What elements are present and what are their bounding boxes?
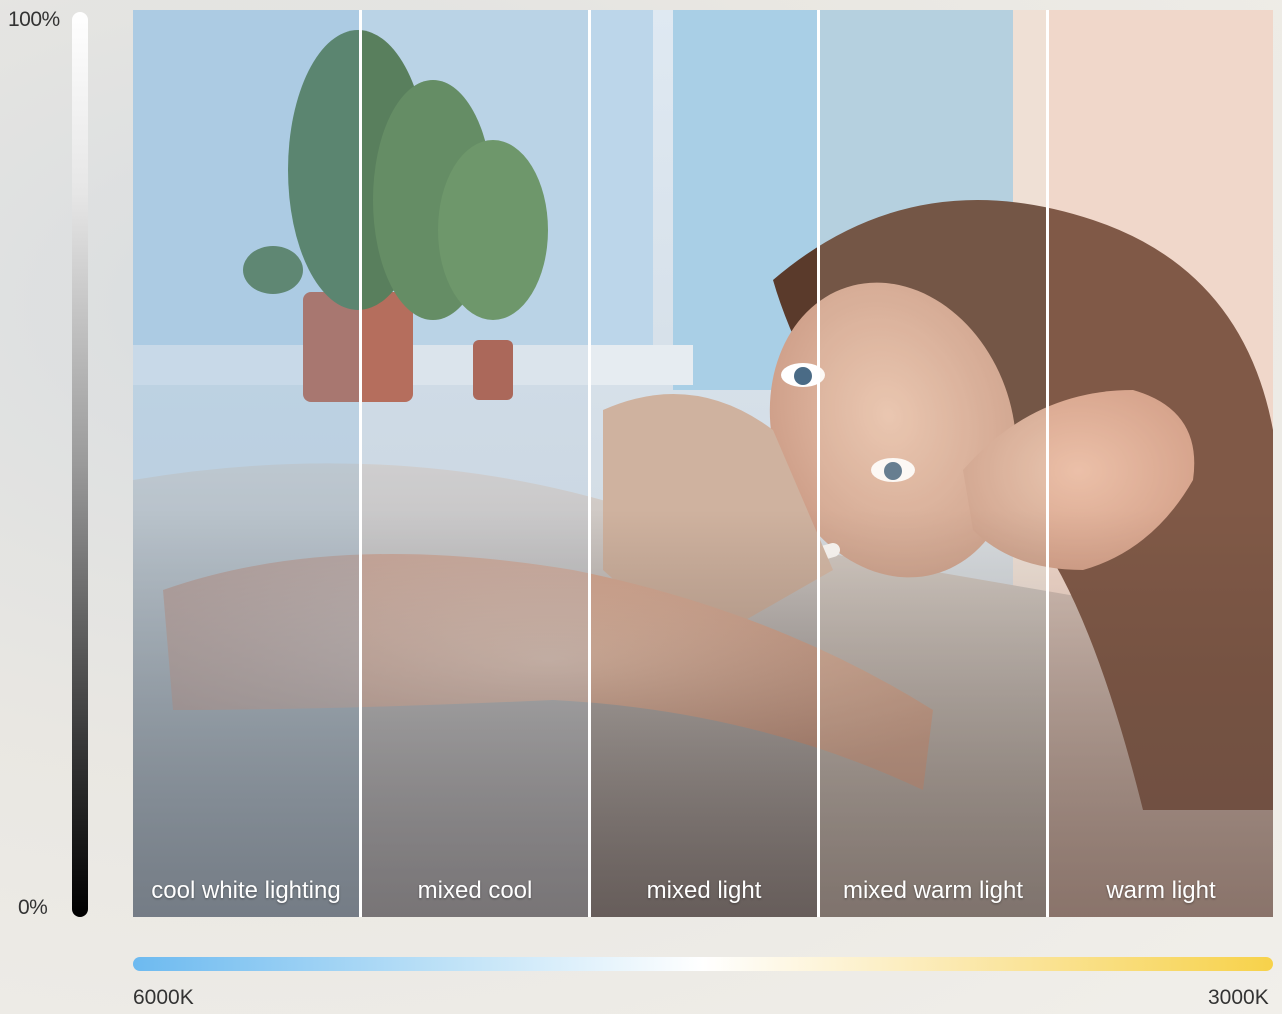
panel-tint-overlay-1 [133, 10, 360, 917]
portrait-photo [133, 10, 1273, 917]
panel-label-mixed-warm: mixed warm light [842, 877, 1024, 904]
brightness-gradient-bar [72, 12, 88, 917]
temperature-warm-label: 3000K [1208, 986, 1269, 1009]
panel-divider [817, 10, 820, 917]
panel-divider [588, 10, 591, 917]
panel-divider [1046, 10, 1049, 917]
panel-tint-overlay-4 [820, 10, 1047, 917]
color-temperature-gradient-bar [133, 957, 1273, 971]
temperature-cool-label: 6000K [133, 986, 194, 1009]
panel-tint-overlay-2 [362, 10, 589, 917]
panel-tint-overlay-5 [1049, 10, 1273, 917]
panel-label-mixed-light: mixed light [646, 877, 762, 904]
panel-label-mixed-cool: mixed cool [417, 877, 533, 904]
brightness-max-label: 100% [8, 8, 60, 31]
panel-label-warm: warm light [1106, 877, 1216, 904]
brightness-min-label: 0% [18, 896, 48, 919]
lighting-comparison-graphic: 100% 0% cool white lighting mixed cool m… [0, 0, 1282, 1014]
panel-label-cool-white: cool white lighting [151, 877, 341, 904]
panel-divider [359, 10, 362, 917]
